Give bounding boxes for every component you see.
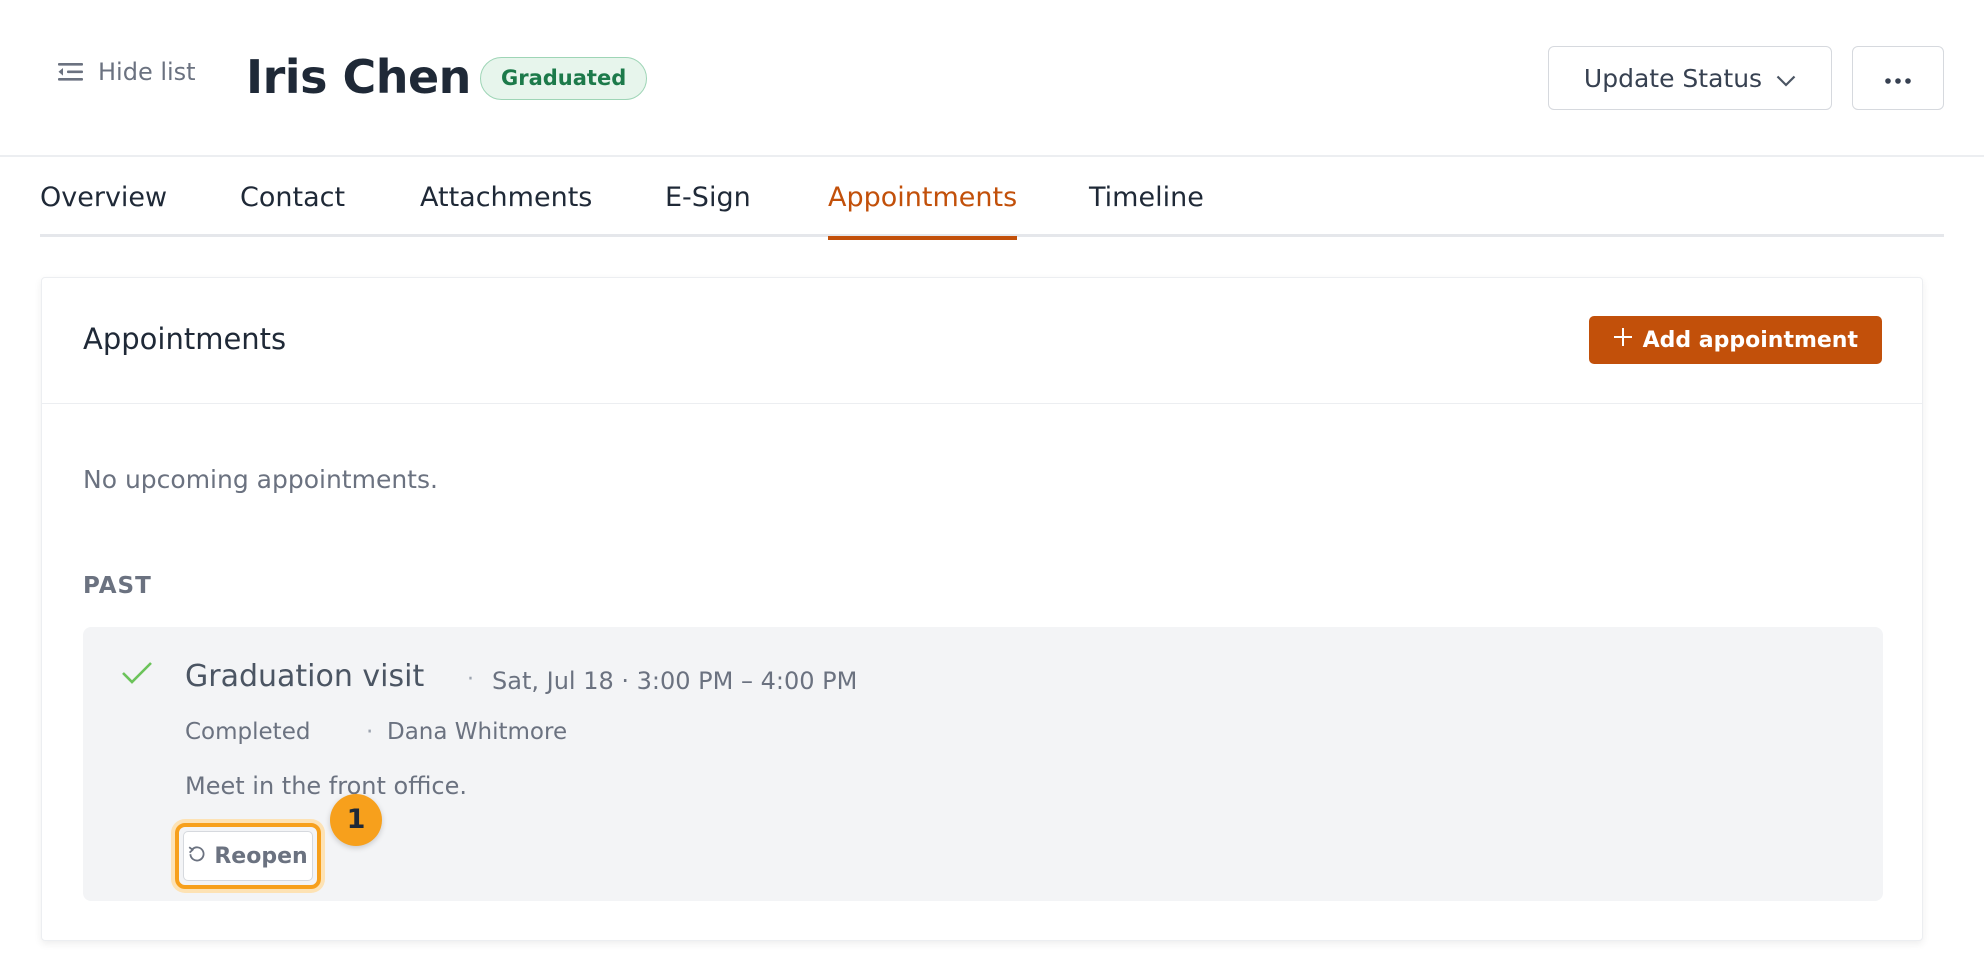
list-collapse-icon [58, 61, 84, 83]
appointment-owner: Dana Whitmore [387, 719, 568, 745]
reopen-label: Reopen [214, 843, 308, 869]
record-tabs: Overview Contact Attachments E-Sign Appo… [40, 158, 1944, 240]
record-header: Hide list Iris Chen Graduated Update Sta… [0, 0, 1984, 157]
appointment-item: Graduation visit · Sat, Jul 18 · 3:00 PM… [83, 627, 1883, 901]
card-header: Appointments Add appointment [42, 278, 1922, 404]
appointment-time: Sat, Jul 18 · 3:00 PM – 4:00 PM [492, 667, 858, 695]
update-status-label: Update Status [1583, 63, 1763, 93]
status-badge: Graduated [480, 57, 648, 100]
meta-separator: · [366, 719, 374, 745]
annotation-marker: 1 [330, 794, 382, 846]
appointment-title: Graduation visit [185, 659, 425, 694]
card-title: Appointments [83, 322, 287, 356]
plus-icon [1613, 327, 1633, 353]
appointments-card: Appointments Add appointment No upcoming… [41, 277, 1923, 941]
check-icon [121, 661, 153, 689]
hide-list-button[interactable]: Hide list [58, 58, 196, 86]
add-appointment-button[interactable]: Add appointment [1588, 316, 1882, 364]
tab-overview[interactable]: Overview [40, 158, 167, 237]
undo-icon [188, 844, 206, 869]
tab-contact[interactable]: Contact [240, 158, 345, 237]
tab-attachments[interactable]: Attachments [420, 158, 592, 237]
chevron-down-icon [1776, 64, 1796, 93]
reopen-button[interactable]: Reopen [183, 831, 313, 881]
tab-appointments[interactable]: Appointments [828, 158, 1018, 240]
tab-e-sign[interactable]: E-Sign [665, 158, 751, 237]
page-title: Iris Chen [246, 50, 471, 104]
more-actions-button[interactable] [1852, 46, 1944, 110]
update-status-button[interactable]: Update Status [1548, 46, 1832, 110]
hide-list-label: Hide list [98, 58, 196, 86]
reopen-highlight: Reopen [175, 823, 321, 889]
title-separator: · [467, 667, 474, 692]
empty-upcoming-text: No upcoming appointments. [83, 465, 438, 494]
appointment-status: Completed [185, 719, 311, 745]
past-section-label: PAST [83, 573, 152, 599]
appointment-note: Meet in the front office. [185, 772, 467, 800]
ellipsis-icon [1885, 69, 1911, 88]
add-appointment-label: Add appointment [1642, 327, 1858, 353]
tab-timeline[interactable]: Timeline [1089, 158, 1204, 237]
